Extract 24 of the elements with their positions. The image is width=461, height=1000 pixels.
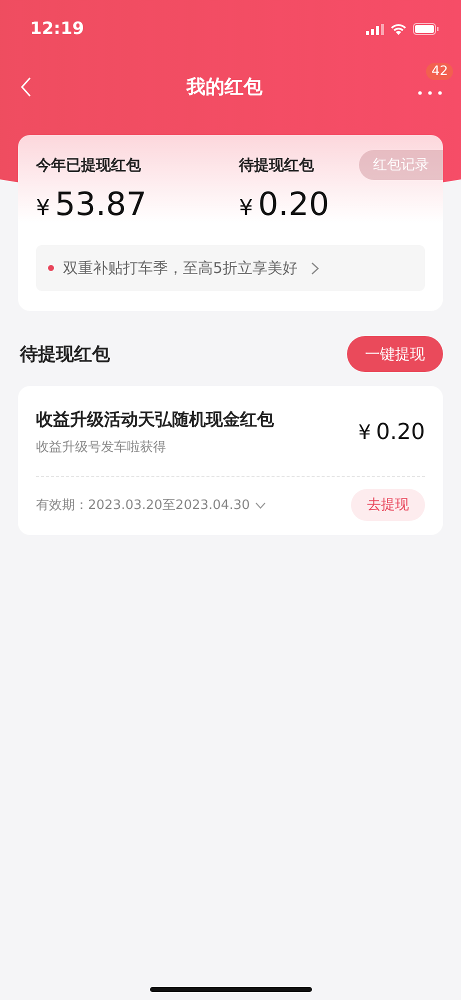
back-icon[interactable] (20, 77, 32, 97)
section-title: 待提现红包 (20, 343, 110, 366)
page-title: 我的红包 (186, 75, 262, 100)
packet-source: 收益升级号发车啦获得 (36, 439, 167, 456)
withdraw-all-button[interactable]: 一键提现 (347, 336, 443, 372)
currency-sign: ¥ (36, 196, 50, 221)
chevron-right-icon (310, 262, 319, 274)
packet-amount: 0.20 (376, 420, 425, 444)
status-time: 12:19 (30, 19, 84, 39)
currency-sign: ¥ (358, 420, 372, 444)
chevron-down-icon[interactable] (254, 502, 266, 508)
stat-label: 待提现红包 (239, 156, 314, 175)
stat-amount: 0.20 (258, 185, 330, 223)
validity-text: 有效期：2023.03.20至2023.04.30 (36, 497, 250, 514)
currency-sign: ¥ (239, 196, 253, 221)
wifi-icon (390, 23, 407, 35)
stat-label: 今年已提现红包 (36, 156, 141, 175)
packet-title: 收益升级活动天弘随机现金红包 (36, 409, 274, 431)
promo-text: 双重补贴打车季，至高5折立享美好 (63, 258, 298, 278)
signal-icon (366, 24, 384, 34)
promo-banner[interactable]: 双重补贴打车季，至高5折立享美好 (36, 245, 425, 291)
stat-amount: 53.87 (55, 185, 147, 223)
battery-icon (413, 23, 439, 35)
withdraw-button[interactable]: 去提现 (351, 489, 425, 521)
